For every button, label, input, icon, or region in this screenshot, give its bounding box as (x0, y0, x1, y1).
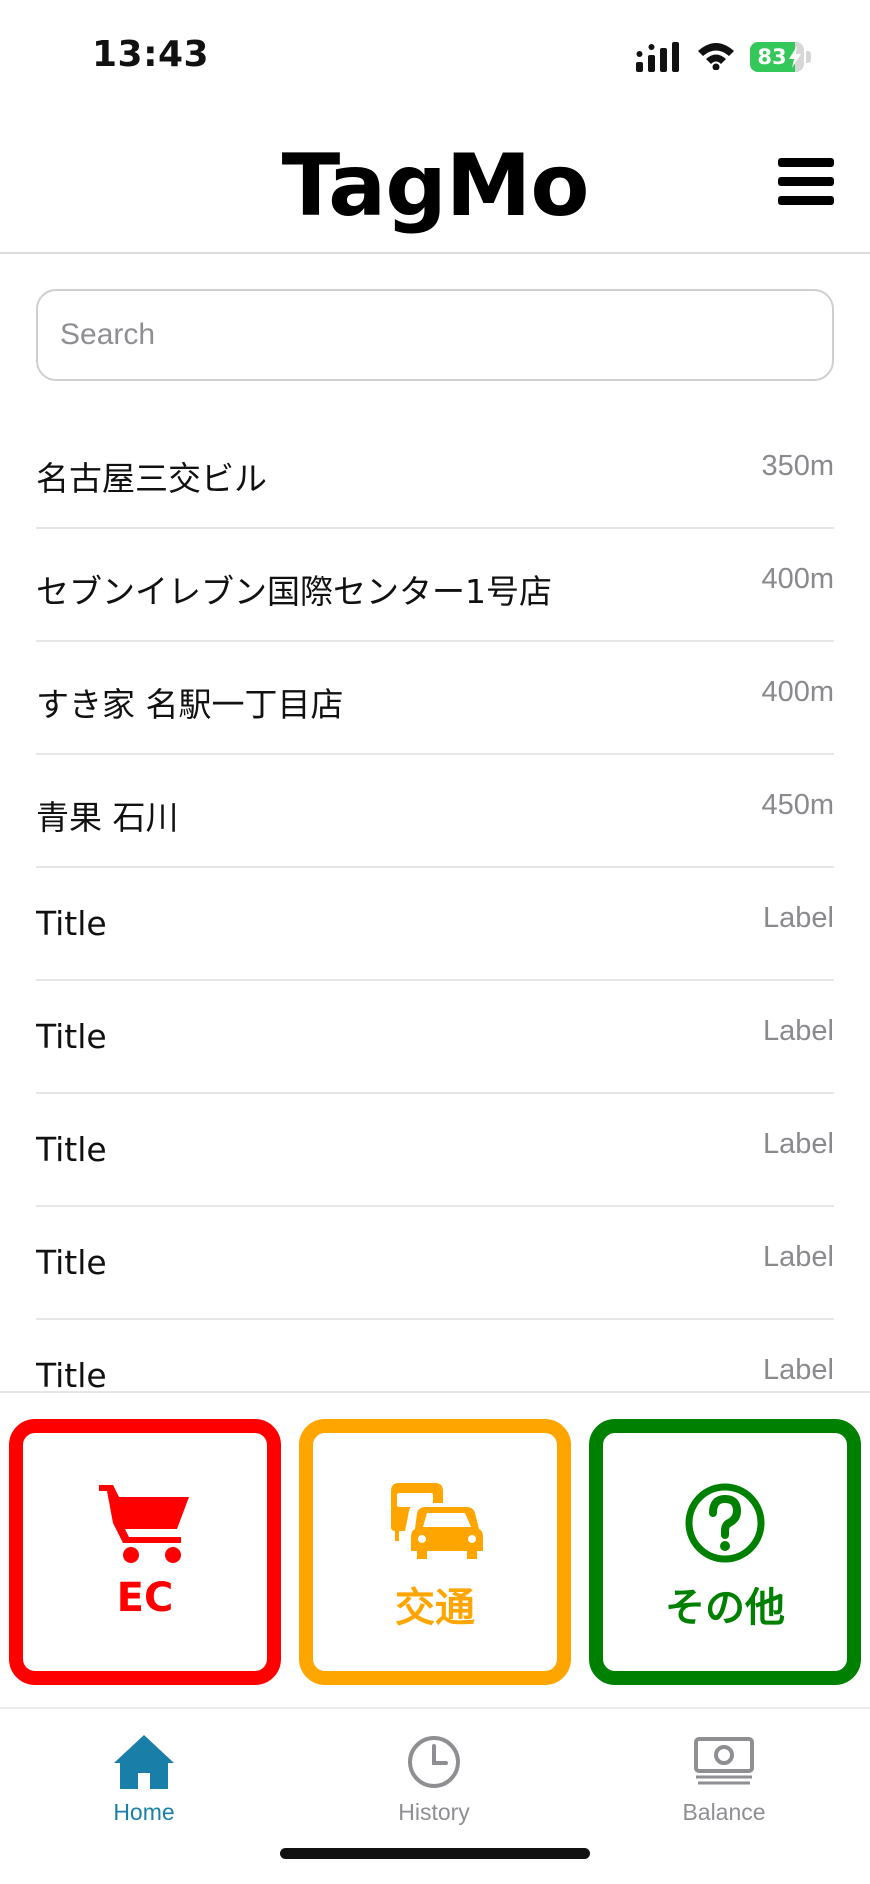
list-item-detail: 350m (761, 450, 834, 482)
transport-category-label: 交通 (395, 1585, 475, 1631)
list-item-title: Title (36, 1017, 107, 1056)
battery-charging-icon: 83 (750, 42, 812, 72)
ec-category-label: EC (116, 1575, 174, 1621)
list-item-detail: 450m (761, 789, 834, 821)
status-bar: 13:43 83 (0, 0, 870, 110)
hamburger-menu-icon[interactable] (778, 158, 836, 206)
transport-category-button[interactable]: 交通 (299, 1419, 571, 1685)
store-list: 名古屋三交ビル 350m セブンイレブン国際センター1号店 400m すき家 名駅一丁目… (36, 416, 834, 1391)
search-input[interactable] (36, 289, 834, 381)
list-item-title: Title (36, 1356, 107, 1391)
list-item-title: Title (36, 1130, 107, 1169)
wifi-icon (698, 43, 734, 70)
cellular-signal-icon (636, 42, 679, 72)
list-item-detail: Label (763, 902, 834, 934)
list-item-detail: Label (763, 1241, 834, 1273)
tab-home-label: Home (113, 1799, 175, 1825)
list-item[interactable]: Title Label (36, 1094, 834, 1207)
list-item-detail: Label (763, 1015, 834, 1047)
question-circle-icon (685, 1483, 765, 1563)
banknote-icon (694, 1737, 754, 1785)
list-item-detail: 400m (761, 563, 834, 595)
tab-balance[interactable]: Balance (644, 1723, 804, 1833)
charging-bolt-icon (789, 46, 801, 68)
home-indicator (280, 1848, 590, 1859)
app-header: TagMo (0, 110, 870, 254)
house-icon (114, 1735, 174, 1789)
ec-category-button[interactable]: EC (9, 1419, 281, 1685)
tab-balance-label: Balance (682, 1799, 766, 1825)
list-item[interactable]: すき家 名駅一丁目店 400m (36, 642, 834, 755)
status-time: 13:43 (92, 34, 210, 75)
list-item[interactable]: 名古屋三交ビル 350m (36, 416, 834, 529)
list-item-detail: Label (763, 1354, 834, 1386)
tab-history[interactable]: History (354, 1723, 514, 1833)
list-item-detail: 400m (761, 676, 834, 708)
list-item-title: 青果 石川 (36, 798, 179, 837)
list-item[interactable]: セブンイレブン国際センター1号店 400m (36, 529, 834, 642)
list-item[interactable]: 青果 石川 450m (36, 755, 834, 868)
list-item-title: Title (36, 1243, 107, 1282)
list-item-title: Title (36, 904, 107, 943)
app-title: TagMo (281, 136, 590, 236)
bus-car-icon (391, 1483, 483, 1559)
list-item-detail: Label (763, 1128, 834, 1160)
list-item-title: セブンイレブン国際センター1号店 (36, 572, 552, 611)
clock-icon (408, 1736, 460, 1788)
category-button-bar: EC 交通 その他 (0, 1391, 870, 1709)
shopping-cart-icon (99, 1485, 189, 1563)
list-item[interactable]: Title Label (36, 1207, 834, 1320)
list-item[interactable]: Title Label (36, 1320, 834, 1391)
list-item[interactable]: Title Label (36, 868, 834, 981)
list-item-title: すき家 名駅一丁目店 (36, 685, 344, 724)
other-category-label: その他 (665, 1585, 785, 1631)
other-category-button[interactable]: その他 (589, 1419, 861, 1685)
tab-history-label: History (398, 1799, 470, 1825)
list-item-title: 名古屋三交ビル (36, 459, 267, 498)
list-item[interactable]: Title Label (36, 981, 834, 1094)
tab-home[interactable]: Home (64, 1723, 224, 1833)
